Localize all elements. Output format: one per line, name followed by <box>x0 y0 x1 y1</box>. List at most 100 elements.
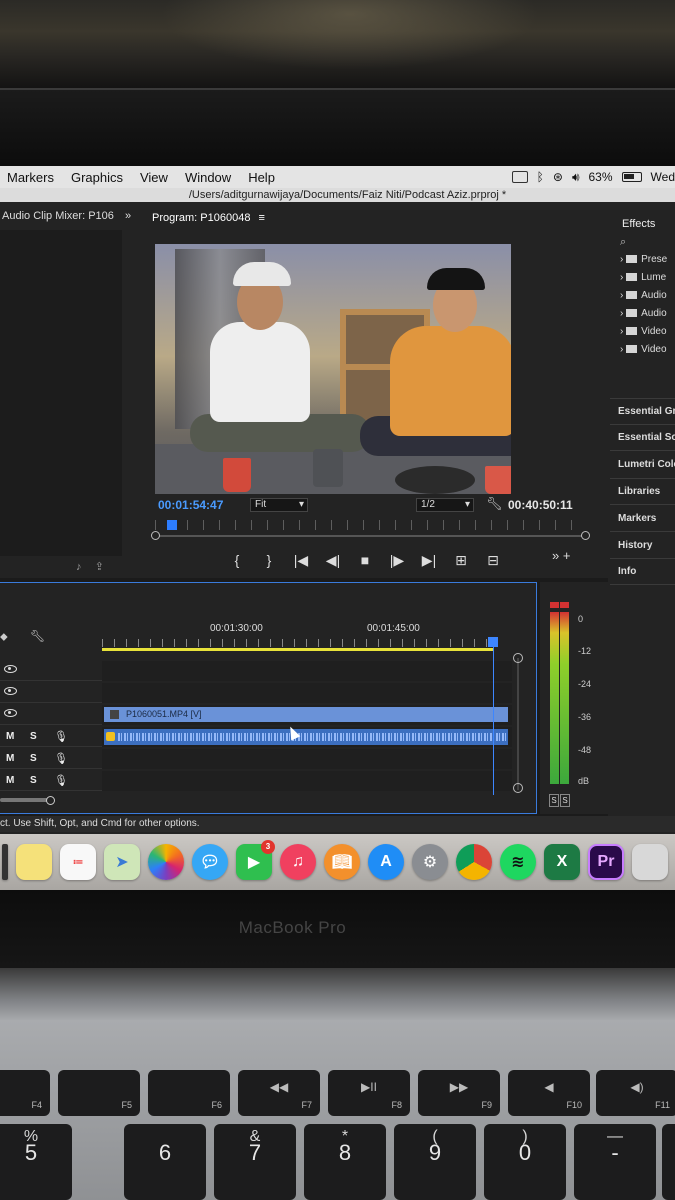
panel-libraries[interactable]: Libraries <box>618 486 660 497</box>
preview-app-icon[interactable] <box>632 844 668 880</box>
display-icon[interactable] <box>511 171 528 183</box>
system-preferences-icon[interactable]: ⚙ <box>412 844 448 880</box>
microphone-icon[interactable]: 🎙︎ <box>54 730 68 743</box>
mute-button[interactable]: M <box>6 731 14 742</box>
stop-icon[interactable]: ■ <box>356 552 374 569</box>
insert-icon[interactable]: ⊞ <box>452 552 470 569</box>
add-button-icon[interactable]: » + <box>552 548 570 563</box>
key-0[interactable]: ) 0 <box>484 1124 566 1200</box>
menu-help[interactable]: Help <box>248 170 275 185</box>
key-f10[interactable]: ◀ F10 <box>508 1070 590 1116</box>
sync-icon[interactable]: ⊛ <box>553 170 563 184</box>
menu-markers[interactable]: Markers <box>7 170 54 185</box>
books-app-icon[interactable]: 📖︎ <box>324 844 360 880</box>
bluetooth-icon[interactable]: ᛒ <box>537 170 544 184</box>
premiere-app-icon[interactable]: Pr <box>588 844 624 880</box>
excel-app-icon[interactable]: X <box>544 844 580 880</box>
panel-overflow-icon[interactable]: » <box>125 210 131 222</box>
overwrite-icon[interactable]: ⊟ <box>484 552 502 569</box>
key-7[interactable]: & 7 <box>214 1124 296 1200</box>
panel-menu-icon[interactable]: ≡ <box>259 212 265 224</box>
panel-info[interactable]: Info <box>618 566 636 577</box>
resolution-select[interactable]: 1/2 <box>416 498 474 512</box>
panel-markers[interactable]: Markers <box>618 513 656 524</box>
audio-clip[interactable] <box>104 729 508 745</box>
go-to-in-icon[interactable]: |◀ <box>292 552 310 569</box>
key-f11[interactable]: ◀) F11 <box>596 1070 675 1116</box>
scrub-start-handle[interactable] <box>151 531 160 540</box>
menu-graphics[interactable]: Graphics <box>71 170 123 185</box>
meter-solo-right[interactable]: S <box>560 794 570 807</box>
effects-folder-lumetri[interactable]: › Lume <box>620 272 666 283</box>
audio-clip-mixer-tab[interactable]: Audio Clip Mixer: P106 » <box>0 202 140 222</box>
reminders-app-icon[interactable]: ≔ <box>60 844 96 880</box>
eye-icon[interactable] <box>4 687 17 695</box>
vertical-zoom-handle-top[interactable] <box>513 653 523 663</box>
clock-day[interactable]: Wed <box>651 170 675 184</box>
marker-icon[interactable]: ⬥ <box>0 631 8 644</box>
step-back-icon[interactable]: ◀| <box>324 552 342 569</box>
track-area[interactable] <box>102 771 512 791</box>
solo-button[interactable]: S <box>30 775 37 786</box>
track-area[interactable] <box>102 661 512 681</box>
spotify-app-icon[interactable]: ≋ <box>500 844 536 880</box>
maps-app-icon[interactable]: ➤ <box>104 844 140 880</box>
key-f8[interactable]: ▶II F8 <box>328 1070 410 1116</box>
audio-note-icon[interactable]: ♪ <box>76 561 82 573</box>
microphone-icon[interactable]: 🎙︎ <box>54 774 68 787</box>
microphone-icon[interactable]: 🎙︎ <box>54 752 68 765</box>
app-store-icon[interactable]: A <box>368 844 404 880</box>
mute-button[interactable]: M <box>6 753 14 764</box>
search-icon[interactable]: ⌕ <box>620 236 626 249</box>
key-f7[interactable]: ◀◀ F7 <box>238 1070 320 1116</box>
vertical-zoom-handle-bottom[interactable] <box>513 783 523 793</box>
photos-app-icon[interactable] <box>148 844 184 880</box>
track-area[interactable] <box>102 749 512 769</box>
facetime-app-icon[interactable]: ▶ 3 <box>236 840 275 880</box>
panel-lumetri-color[interactable]: Lumetri Colo <box>618 459 675 470</box>
playhead-timecode[interactable]: 00:01:54:47 <box>158 498 223 512</box>
scrub-playhead[interactable] <box>167 520 177 530</box>
key-equals[interactable] <box>662 1124 675 1200</box>
scrollbar-thumb[interactable] <box>0 798 50 802</box>
notes-app-icon[interactable] <box>16 844 52 880</box>
battery-icon[interactable] <box>621 172 642 182</box>
video-frame[interactable] <box>155 244 511 494</box>
effects-folder-video-transitions[interactable]: › Video <box>620 344 667 355</box>
zoom-select[interactable]: Fit <box>250 498 308 512</box>
key-f6[interactable]: F6 <box>148 1070 230 1116</box>
time-ruler[interactable] <box>102 639 494 647</box>
work-area-bar[interactable] <box>102 648 494 651</box>
solo-button[interactable]: S <box>30 753 37 764</box>
key-8[interactable]: * 8 <box>304 1124 386 1200</box>
key-f4[interactable]: F4 <box>0 1070 50 1116</box>
track-area[interactable] <box>102 727 512 747</box>
eye-icon[interactable] <box>4 665 17 673</box>
scrollbar-handle[interactable] <box>46 796 55 805</box>
effects-tab[interactable]: Effects <box>622 218 655 230</box>
effects-folder-presets[interactable]: › Prese <box>620 254 667 265</box>
wrench-icon[interactable]: 🔧︎ <box>30 629 45 643</box>
menu-window[interactable]: Window <box>185 170 231 185</box>
meter-solo-left[interactable]: S <box>549 794 559 807</box>
battery-percent[interactable]: 63% <box>589 170 613 184</box>
mark-in-icon[interactable]: { <box>228 552 246 569</box>
key-f9[interactable]: ▶▶ F9 <box>418 1070 500 1116</box>
key-9[interactable]: (9 <box>394 1124 476 1200</box>
monitor-scrub-bar[interactable] <box>151 520 590 540</box>
mute-button[interactable]: M <box>6 775 14 786</box>
panel-history[interactable]: History <box>618 540 652 551</box>
eye-icon[interactable] <box>4 709 17 717</box>
settings-wrench-icon[interactable]: 🔧︎ <box>486 496 503 512</box>
dock-edge-app-icon[interactable] <box>2 844 8 880</box>
messages-app-icon[interactable]: 💬︎ <box>192 844 228 880</box>
timeline-playhead[interactable] <box>493 639 494 795</box>
video-clip[interactable]: P1060051.MP4 [V] <box>104 707 508 722</box>
step-forward-icon[interactable]: |▶ <box>388 552 406 569</box>
panel-essential-graphics[interactable]: Essential Gra <box>618 406 675 417</box>
menu-view[interactable]: View <box>140 170 168 185</box>
volume-icon[interactable]: 🔊︎ <box>572 170 580 185</box>
key-f5[interactable]: F5 <box>58 1070 140 1116</box>
horizontal-scrollbar[interactable] <box>0 796 512 805</box>
effects-folder-audio-effects[interactable]: › Audio <box>620 290 667 301</box>
